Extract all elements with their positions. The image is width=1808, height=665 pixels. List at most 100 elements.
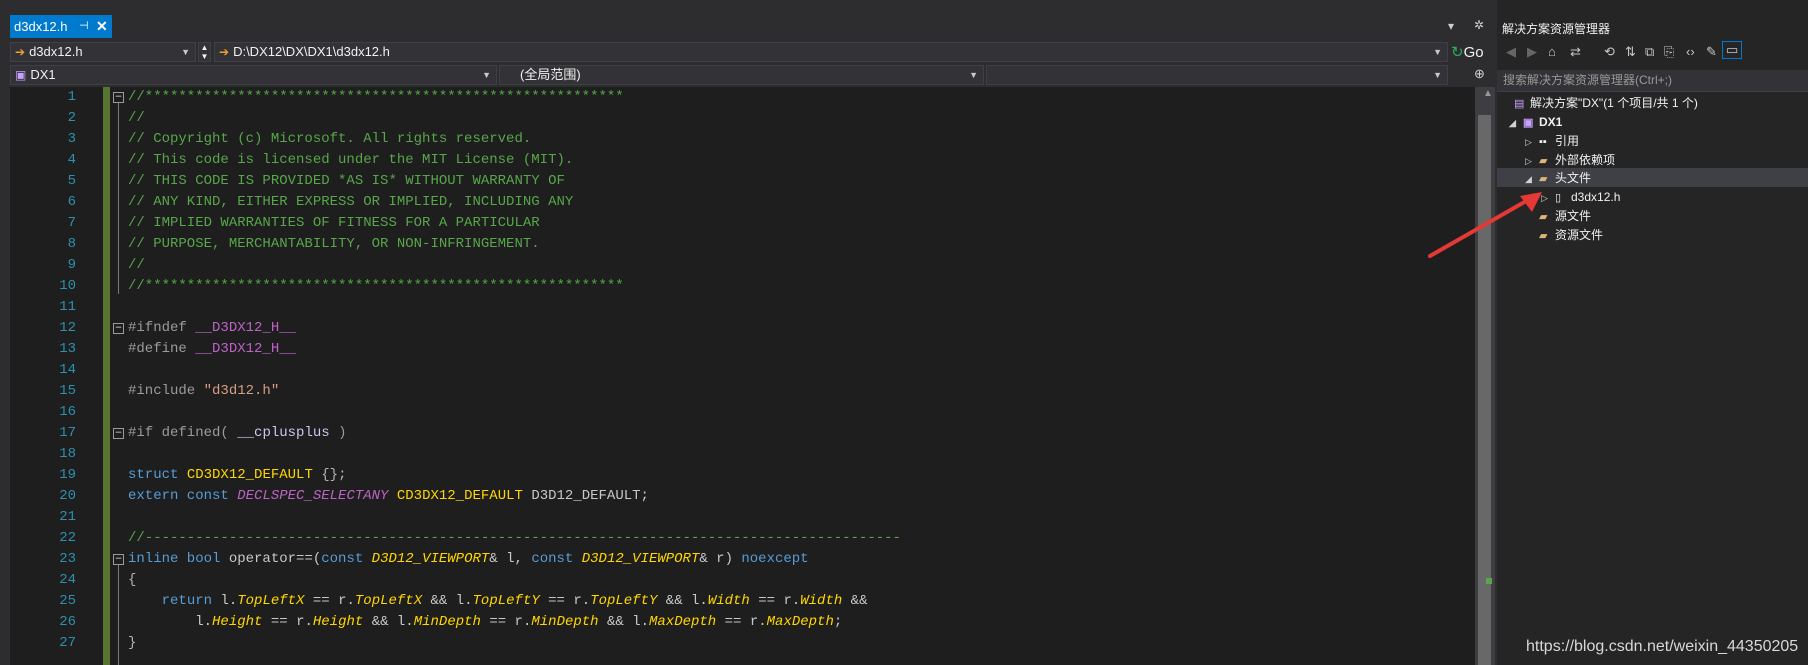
code-line-24: { (128, 572, 137, 588)
history-icon[interactable]: ⟲ (1604, 44, 1615, 60)
code-line-15: #include "d3d12.h" (128, 383, 280, 399)
split-editor-icon[interactable]: ⊕ (1474, 66, 1485, 82)
code-line-13: #define __D3DX12_H__ (128, 341, 297, 357)
line-number: 14 (59, 362, 76, 378)
references-icon: ▪▪ (1539, 136, 1547, 148)
editor-tab-d3dx12[interactable]: d3dx12.h ⊣ ✕ (10, 15, 112, 38)
arrow-right-icon: ➔ (15, 45, 26, 59)
code-line-26: l.Height == r.Height && l.MinDepth == r.… (195, 614, 843, 630)
editor-tab-label: d3dx12.h (14, 19, 68, 34)
line-number: 2 (67, 110, 76, 126)
line-number: 1 (67, 89, 76, 105)
collapse-icon[interactable]: − (113, 428, 124, 439)
line-number: 4 (67, 152, 76, 168)
solution-search-input[interactable]: 搜索解决方案资源管理器(Ctrl+;) (1497, 70, 1808, 92)
collapsed-icon: ▷ (1525, 137, 1532, 147)
properties-icon[interactable]: ✎ (1706, 44, 1717, 60)
code-line-17: #if defined( __cplusplus ) (128, 425, 347, 441)
code-line-2: // (128, 110, 145, 126)
line-number: 5 (67, 173, 76, 189)
code-line-12: #ifndef __D3DX12_H__ (128, 320, 297, 336)
line-number: 23 (59, 551, 76, 567)
show-all-files-icon[interactable]: ⎘ (1664, 44, 1674, 60)
collapse-icon[interactable]: − (113, 323, 124, 334)
code-line-20: extern const DECLSPEC_SELECTANY CD3DX12_… (128, 488, 649, 504)
code-line-10: //**************************************… (128, 278, 624, 294)
code-line-3: // Copyright (c) Microsoft. All rights r… (128, 131, 532, 147)
close-icon[interactable]: ✕ (96, 15, 108, 38)
scope-combo[interactable]: (全局范围) ▼ (499, 65, 984, 85)
project-combo-value: DX1 (30, 67, 56, 82)
solution-icon: ▤ (1514, 98, 1525, 110)
change-marker (1486, 578, 1492, 584)
scope-combo-value: (全局范围) (520, 67, 581, 82)
preview-icon[interactable]: ▭ (1722, 41, 1743, 59)
chevron-down-icon: ▼ (1433, 47, 1442, 57)
tree-solution[interactable]: ▤ 解决方案"DX"(1 个项目/共 1 个) (1514, 95, 1698, 113)
editor-tab-strip (0, 0, 1495, 38)
folder-open-icon: ▰ (1539, 173, 1548, 185)
tab-list-dropdown-icon[interactable]: ▾ (1448, 19, 1454, 33)
line-number: 6 (67, 194, 76, 210)
line-number: 8 (67, 236, 76, 252)
code-line-19: struct CD3DX12_DEFAULT {}; (128, 467, 347, 483)
line-number: 15 (59, 383, 76, 399)
forward-icon[interactable]: ▶ (1527, 44, 1537, 60)
go-button[interactable]: ↻Go (1451, 42, 1484, 64)
line-number: 22 (59, 530, 76, 546)
header-file-icon: ▯ (1555, 192, 1562, 204)
home-icon[interactable]: ⌂ (1548, 44, 1556, 59)
chevron-down-icon: ▼ (969, 70, 978, 80)
spin-buttons[interactable]: ▲ ▼ (198, 42, 211, 62)
outline-guide (118, 103, 119, 294)
tree-item-header-files[interactable]: ◢ ▰ 头文件 (1525, 170, 1591, 188)
code-line-7: // IMPLIED WARRANTIES OF FITNESS FOR A P… (128, 215, 540, 231)
code-line-1: //**************************************… (128, 89, 624, 105)
tree-item-d3dx12[interactable]: ▷ ▯ d3dx12.h (1541, 189, 1620, 207)
collapse-all-icon[interactable]: ⧉ (1645, 44, 1654, 60)
line-number: 7 (67, 215, 76, 231)
path-combo-value: D:\DX12\DX\DX1\d3dx12.h (233, 44, 390, 59)
project-combo[interactable]: ▣ DX1 ▼ (10, 65, 497, 85)
path-combo[interactable]: ➔ D:\DX12\DX\DX1\d3dx12.h ▼ (214, 42, 1448, 62)
watermark: https://blog.csdn.net/weixin_44350205 (1526, 638, 1799, 655)
line-number: 3 (67, 131, 76, 147)
collapse-icon[interactable]: − (113, 92, 124, 103)
code-line-22: //--------------------------------------… (128, 530, 901, 546)
line-number: 16 (59, 404, 76, 420)
file-combo-value: d3dx12.h (29, 44, 83, 59)
line-number: 10 (59, 278, 76, 294)
code-line-4: // This code is licensed under the MIT L… (128, 152, 574, 168)
settings-icon[interactable]: ✲ (1474, 18, 1484, 32)
scroll-up-icon[interactable]: ▲ (1483, 88, 1493, 99)
member-combo[interactable]: ▼ (986, 65, 1448, 85)
file-combo[interactable]: ➔ d3dx12.h ▼ (10, 42, 196, 62)
chevron-down-icon: ▼ (181, 47, 190, 57)
line-number: 21 (59, 509, 76, 525)
sync-icon[interactable]: ⇄ (1570, 44, 1581, 60)
refresh-icon[interactable]: ⇅ (1625, 44, 1636, 60)
chevron-down-icon: ▼ (1433, 70, 1442, 80)
back-icon[interactable]: ◀ (1506, 44, 1516, 60)
view-code-icon[interactable]: ‹› (1686, 44, 1695, 59)
expanded-icon: ◢ (1525, 174, 1532, 184)
expanded-icon: ◢ (1509, 118, 1516, 128)
project-icon: ▣ (1523, 117, 1534, 129)
tree-item-references[interactable]: ▷ ▪▪ 引用 (1525, 133, 1579, 151)
refresh-icon: ↻ (1451, 44, 1464, 61)
collapse-icon[interactable]: − (113, 554, 124, 565)
line-number: 13 (59, 341, 76, 357)
annotation-arrow-icon (1428, 192, 1542, 258)
panel-title: 解决方案资源管理器 (1502, 22, 1611, 36)
line-number: 18 (59, 446, 76, 462)
code-line-8: // PURPOSE, MERCHANTABILITY, OR NON-INFR… (128, 236, 540, 252)
line-number: 9 (67, 257, 76, 273)
change-tracking-bar (103, 87, 110, 665)
code-line-6: // ANY KIND, EITHER EXPRESS OR IMPLIED, … (128, 194, 574, 210)
tree-project[interactable]: ◢ ▣ DX1 (1509, 114, 1562, 132)
line-number: 24 (59, 572, 76, 588)
line-number: 17 (59, 425, 76, 441)
line-number: 26 (59, 614, 76, 630)
line-number: 27 (59, 635, 76, 651)
pin-icon[interactable]: ⊣ (79, 15, 89, 38)
